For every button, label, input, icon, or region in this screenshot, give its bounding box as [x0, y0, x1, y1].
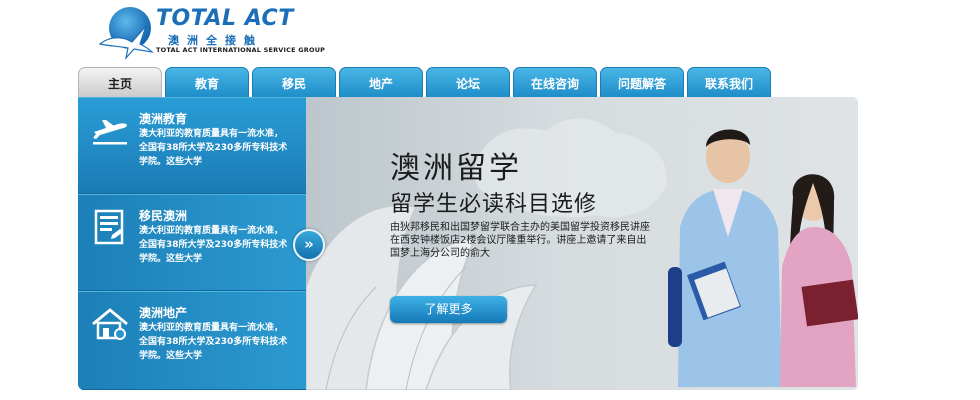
tab-immigration[interactable]: 移民	[252, 67, 336, 99]
site-logo[interactable]: TOTAL ACT 澳洲全接触 TOTAL ACT INTERNATIONAL …	[80, 2, 325, 64]
tab-contact[interactable]: 联系我们	[687, 67, 771, 99]
sidebar-item-immigration[interactable]: 移民澳洲 澳大利亚的教育质量具有一流水准，全国有38所大学及230多所专科技术学…	[78, 194, 306, 291]
slide-next-button[interactable]: »	[293, 229, 325, 261]
tab-faq[interactable]: 问题解答	[600, 67, 684, 99]
page: TOTAL ACT 澳洲全接触 TOTAL ACT INTERNATIONAL …	[0, 0, 980, 400]
sidebar-item-title: 澳洲地产	[139, 306, 188, 320]
sidebar-item-desc: 澳大利亚的教育质量具有一流水准，全国有38所大学及230多所专科技术学院。这些大…	[139, 323, 288, 361]
sidebar-item-title: 移民澳洲	[139, 209, 188, 223]
house-icon	[92, 308, 128, 340]
sidebar-item-title: 澳洲教育	[139, 112, 188, 126]
tab-education[interactable]: 教育	[165, 67, 249, 99]
document-icon	[94, 209, 124, 245]
logo-subtitle: TOTAL ACT INTERNATIONAL SERVICE GROUP	[156, 46, 326, 54]
banner-headline: 澳洲留学	[390, 151, 522, 186]
sidebar-item-education[interactable]: 澳洲教育 澳大利亚的教育质量具有一流水准，全国有38所大学及230多所专科技术学…	[78, 97, 306, 194]
sidebar: 澳洲教育 澳大利亚的教育质量具有一流水准，全国有38所大学及230多所专科技术学…	[78, 97, 306, 390]
sidebar-item-desc: 澳大利亚的教育质量具有一流水准，全国有38所大学及230多所专科技术学院。这些大…	[139, 129, 288, 167]
tab-real-estate[interactable]: 地产	[339, 67, 423, 99]
tab-online-consult[interactable]: 在线咨询	[513, 67, 597, 99]
logo-title: TOTAL ACT	[156, 6, 294, 31]
tab-home[interactable]: 主页	[78, 67, 162, 99]
sidebar-item-desc: 澳大利亚的教育质量具有一流水准，全国有38所大学及230多所专科技术学院。这些大…	[139, 226, 288, 264]
banner-subheading: 留学生必读科目选修	[390, 192, 598, 217]
airplane-icon	[93, 120, 127, 145]
students-photo	[668, 129, 858, 387]
banner-body-text: 由狄邦移民和出国梦留学联合主办的美国留学投资移民讲座在西安钟楼饭店2楼会议厅隆重…	[390, 222, 650, 259]
sidebar-item-real-estate[interactable]: 澳洲地产 澳大利亚的教育质量具有一流水准，全国有38所大学及230多所专科技术学…	[78, 291, 306, 390]
globe-bird-icon	[98, 7, 154, 60]
tab-forum[interactable]: 论坛	[426, 67, 510, 99]
learn-more-button[interactable]: 了解更多	[390, 296, 507, 323]
